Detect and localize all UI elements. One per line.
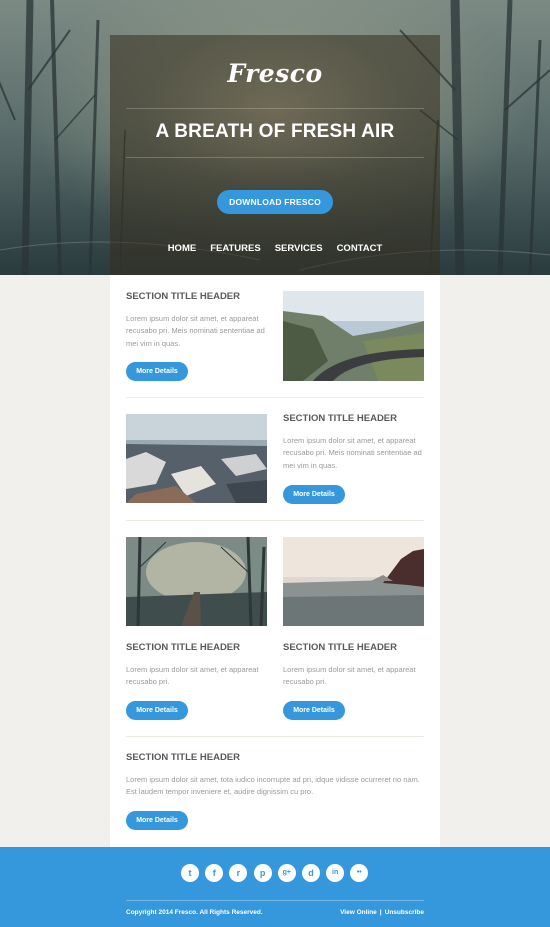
view-online-link[interactable]: View Online: [340, 909, 377, 916]
hero-panel: Fresco A BREATH OF FRESH AIR DOWNLOAD FR…: [110, 35, 440, 275]
section-1-more-details-button[interactable]: More Details: [126, 362, 188, 381]
flickr-icon[interactable]: ••: [350, 864, 369, 882]
social-icons: t f r p g+ d in ••: [181, 864, 369, 882]
section-4-more-details-button[interactable]: More Details: [126, 811, 188, 830]
nav-home[interactable]: HOME: [168, 243, 197, 254]
hero-divider-bottom: [126, 157, 424, 158]
logo[interactable]: Fresco: [110, 59, 440, 88]
nav-features[interactable]: FEATURES: [210, 243, 261, 254]
rss-icon[interactable]: r: [229, 864, 248, 882]
section-1-title: SECTION TITLE HEADER: [126, 291, 241, 302]
section-3a-title: SECTION TITLE HEADER: [126, 642, 241, 653]
copyright-text: Copyright 2014 Fresco. All Rights Reserv…: [126, 909, 263, 916]
hero-banner: Fresco A BREATH OF FRESH AIR DOWNLOAD FR…: [0, 0, 550, 275]
section-divider-2: [126, 520, 424, 521]
section-3b-title: SECTION TITLE HEADER: [283, 642, 398, 653]
pinterest-icon[interactable]: p: [253, 864, 272, 882]
section-divider-3: [126, 736, 424, 737]
linkedin-icon[interactable]: in: [326, 864, 345, 882]
section-divider-1: [126, 397, 424, 398]
section-2-body: Lorem ipsum dolor sit amet, et appareat …: [283, 436, 422, 470]
footer-divider: [126, 900, 424, 901]
section-3a-body: Lorem ipsum dolor sit amet, et appareat …: [126, 665, 259, 687]
section-4-title: SECTION TITLE HEADER: [126, 752, 241, 763]
section-3b-more-details-button[interactable]: More Details: [283, 701, 345, 720]
seaside-cliff-photo: [283, 537, 424, 626]
section-2-more-details-button[interactable]: More Details: [283, 485, 345, 504]
dribbble-icon[interactable]: d: [301, 864, 320, 882]
google-plus-icon[interactable]: g+: [277, 864, 296, 882]
footer-links: View Online | Unsubscribe: [340, 909, 424, 916]
section-3a-more-details-button[interactable]: More Details: [126, 701, 188, 720]
main-nav: HOME FEATURES SERVICES CONTACT: [110, 243, 440, 254]
snowy-town-photo: [126, 414, 267, 503]
footer: t f r p g+ d in •• Copyright 2014 Fresco…: [0, 847, 550, 927]
mountain-road-photo: [283, 291, 424, 381]
foggy-railway-photo: [126, 537, 267, 626]
section-4-body: Lorem ipsum dolor sit amet, tota iudico …: [126, 775, 420, 797]
unsubscribe-link[interactable]: Unsubscribe: [385, 909, 424, 916]
hero-divider-top: [126, 108, 424, 109]
content-card: SECTION TITLE HEADER Lorem ipsum dolor s…: [110, 275, 440, 847]
footer-link-separator: |: [379, 909, 382, 916]
nav-services[interactable]: SERVICES: [275, 243, 323, 254]
section-1-body: Lorem ipsum dolor sit amet, et appareat …: [126, 314, 265, 348]
section-3b-body: Lorem ipsum dolor sit amet, et appareat …: [283, 665, 416, 687]
facebook-icon[interactable]: f: [205, 864, 224, 882]
hero-tagline: A BREATH OF FRESH AIR: [155, 121, 395, 142]
download-button[interactable]: DOWNLOAD FRESCO: [217, 190, 333, 214]
section-2-title: SECTION TITLE HEADER: [283, 413, 398, 424]
twitter-icon[interactable]: t: [181, 864, 199, 882]
nav-contact[interactable]: CONTACT: [337, 243, 383, 254]
